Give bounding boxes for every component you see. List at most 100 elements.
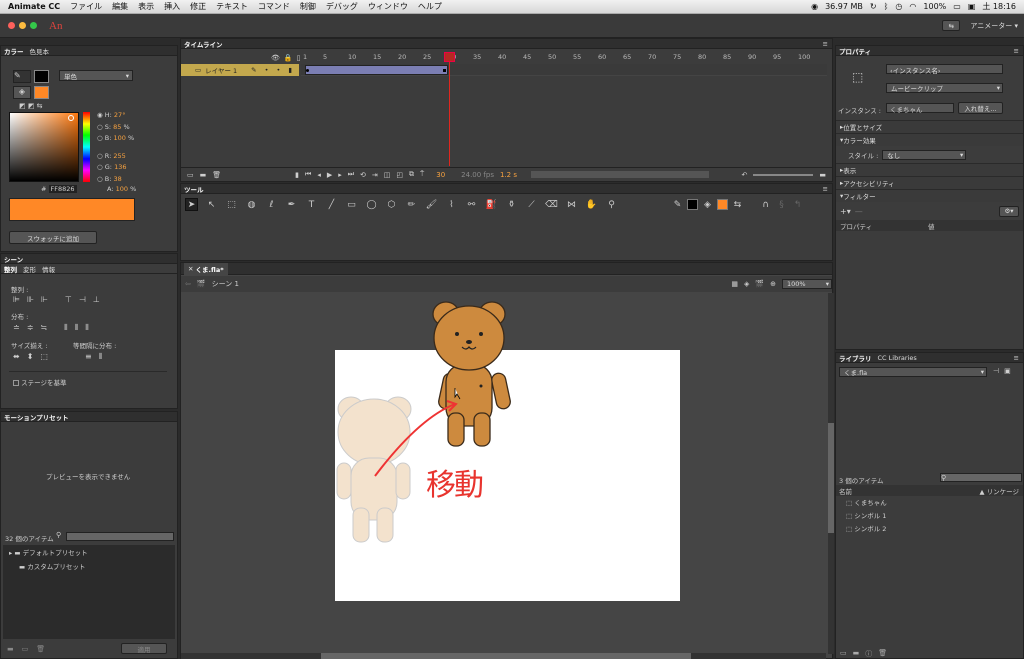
symbol-type-select[interactable]: ムービークリップ ▾ [886,83,1003,93]
match-height-icon[interactable]: ⬍ [27,352,34,362]
keyframe-end[interactable] [443,69,446,72]
add-to-swatches-button[interactable]: スウォッチに追加 [9,231,97,244]
library-search-input[interactable]: ⚲ [940,473,1022,482]
tab-align[interactable]: 整列 [4,264,17,274]
outline-icon[interactable]: ▯ [297,54,301,62]
hue-radio-icon[interactable]: ◉ [97,111,103,119]
fill-tool-icon[interactable]: ◈ [701,198,714,211]
clock[interactable]: 土 18:16 [982,1,1016,12]
menu-text[interactable]: テキスト [216,1,248,12]
paint-brush-icon[interactable]: 🖌 [425,198,438,211]
loop-icon[interactable]: ⟲ [360,171,366,179]
tab-properties[interactable]: プロパティ [839,46,871,56]
menu-window[interactable]: ウィンドウ [368,1,408,12]
new-folder-icon[interactable]: ▬ [7,645,14,653]
tab-motion-presets[interactable]: モーションプリセット [4,412,69,422]
distribute-top-icon[interactable]: ≐ [13,323,20,333]
new-folder-icon[interactable]: ▬ [200,171,207,179]
3d-rotation-icon[interactable]: ◍ [245,198,258,211]
section-color-effect[interactable]: ▾ カラー効果 [836,133,1023,146]
fill-color-swatch[interactable] [34,86,49,99]
red-value[interactable]: 255 [113,152,125,160]
list-item[interactable]: ▬ カスタムプリセット [3,559,175,573]
selection-icon[interactable]: ➤ [185,198,198,211]
blue-radio-icon[interactable]: ○ [97,175,103,183]
swap-colors-icon[interactable]: ⇆ [731,198,744,211]
rectangle-icon[interactable]: ▭ [345,198,358,211]
space-vertical-icon[interactable]: ≡ [85,352,92,362]
lasso-icon[interactable]: ℓ [265,198,278,211]
delete-layer-icon[interactable]: 🗑 [212,171,221,179]
swap-symbol-button[interactable]: 入れ替え... [958,102,1003,114]
column-linkage[interactable]: ▲ リンケージ [980,486,1019,496]
edit-symbols-icon[interactable]: ◈ [744,280,749,288]
stroke-color-icon[interactable]: ✎ [13,70,31,83]
list-item[interactable]: ⬚ くまちゃん [846,497,887,510]
menu-view[interactable]: 表示 [138,1,154,12]
zoom-slider-end-icon[interactable]: ▬ [819,171,826,179]
align-hcenter-icon[interactable]: ⊪ [27,295,34,304]
fullscreen-icon[interactable]: ▮ [295,171,299,179]
color-picker-field[interactable] [9,112,79,182]
zoom-icon[interactable]: ⚲ [605,198,618,211]
clip-stage-icon[interactable]: ▦ [731,280,738,288]
center-frame-icon[interactable]: ⇥ [372,171,378,179]
zoom-slider[interactable] [753,173,814,176]
menu-commands[interactable]: コマンド [258,1,290,12]
layer-row[interactable]: ▭ レイヤー 1 ✎ • • ▮ [181,64,299,76]
section-position-size[interactable]: ▸ 位置とサイズ [836,120,1023,133]
instance-name-input[interactable]: ‹インスタンス名› [886,64,1003,75]
stroke-tool-icon[interactable]: ✎ [671,198,684,211]
keyframe-start[interactable] [306,69,309,72]
tab-scene[interactable]: シーン [4,254,23,264]
text-icon[interactable]: T [305,198,318,211]
stage-checkbox[interactable] [13,380,19,386]
align-left-icon[interactable]: ⊫ [13,295,20,304]
current-frame[interactable]: 30 [436,171,445,179]
free-transform-icon[interactable]: ⬚ [225,198,238,211]
pen-icon[interactable]: ✒ [285,198,298,211]
preset-search-input[interactable] [66,532,174,541]
brightness-radio-icon[interactable]: ○ [97,134,103,142]
blue-value[interactable]: 38 [113,175,121,183]
fill-swatch[interactable] [717,199,728,210]
timemachine-icon[interactable]: ◷ [895,2,902,11]
paint-bucket-icon[interactable]: ⛽ [485,198,498,211]
horizontal-scrollbar[interactable] [181,653,826,659]
distribute-vcenter-icon[interactable]: ≑ [27,323,34,333]
input-source-icon[interactable]: ▣ [968,2,976,11]
match-both-icon[interactable]: ⬚ [40,352,48,362]
delete-icon[interactable]: 🗑 [878,649,887,659]
fill-color-icon[interactable]: ◈ [13,86,31,99]
library-file-select[interactable]: くま.fla ▾ [839,367,987,377]
layer-name[interactable]: レイヤー 1 [205,65,237,75]
panel-menu-icon[interactable]: ≡ [1014,354,1019,362]
tab-swatches[interactable]: 色見本 [30,46,50,56]
distribute-bottom-icon[interactable]: ≒ [40,323,47,333]
new-folder-icon[interactable]: ▬ [853,649,860,659]
step-back-icon[interactable]: ◂ [317,171,321,179]
red-radio-icon[interactable]: ○ [97,152,103,160]
workspace-switcher[interactable]: アニメーター ▾ [970,21,1018,31]
align-top-icon[interactable]: ⊤ [65,295,72,304]
zoom-select[interactable]: 100% ▾ [782,279,832,289]
section-filters[interactable]: ▾ フィルター [836,189,1023,202]
document-tab[interactable]: ✕ くま.fla* [184,262,228,275]
lock-icon[interactable]: 🔒 [284,54,293,62]
panel-menu-icon[interactable]: ≡ [823,185,828,193]
play-icon[interactable]: ▶ [327,171,332,179]
stroke-swatch[interactable] [687,199,698,210]
tab-color[interactable]: カラー [4,46,24,56]
menu-insert[interactable]: 挿入 [164,1,180,12]
green-radio-icon[interactable]: ○ [97,163,103,171]
style-select[interactable]: なし ▾ [882,149,967,160]
sync-settings-icon[interactable]: ⇆ [942,20,961,31]
stroke-color-swatch[interactable] [34,70,49,83]
menu-control[interactable]: 制御 [300,1,316,12]
menu-edit[interactable]: 編集 [112,1,128,12]
saturation-radio-icon[interactable]: ○ [97,123,103,131]
new-library-panel-icon[interactable]: ▣ [1004,367,1011,375]
menu-file[interactable]: ファイル [70,1,102,12]
saturation-value[interactable]: 85 [113,123,121,131]
line-icon[interactable]: ╱ [325,198,338,211]
